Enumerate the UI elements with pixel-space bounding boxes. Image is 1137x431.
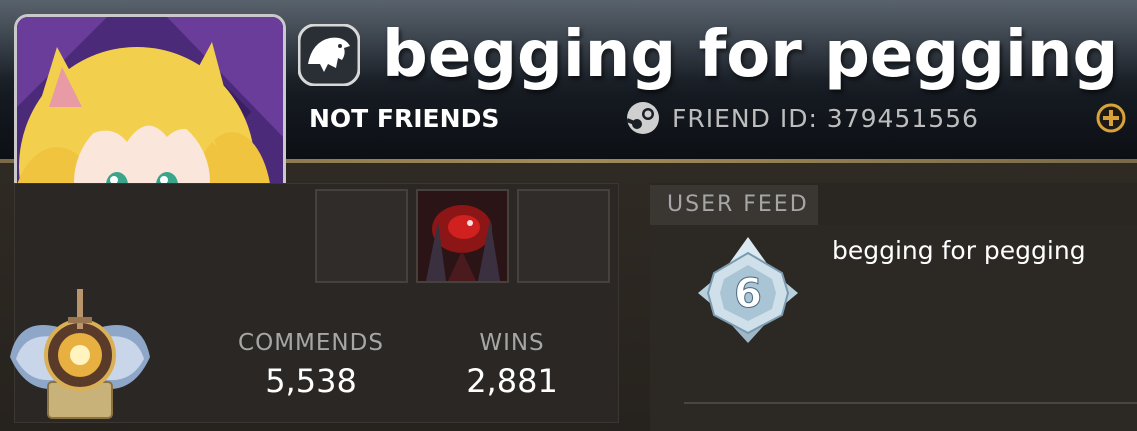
level-badge-number: 6 bbox=[734, 271, 762, 317]
steam-icon[interactable] bbox=[626, 101, 660, 135]
hero-slot-3[interactable] bbox=[517, 189, 610, 283]
commends-label: COMMENDS bbox=[238, 330, 384, 356]
commends-value: 5,538 bbox=[265, 362, 357, 400]
plus-icon bbox=[1096, 103, 1126, 133]
level-badge-icon: 6 bbox=[692, 235, 804, 345]
tab-user-feed-label: USER FEED bbox=[667, 192, 809, 217]
feed-entry-text: begging for pegging bbox=[832, 236, 1086, 265]
wins-label: WINS bbox=[479, 330, 545, 356]
wins-value: 2,881 bbox=[466, 362, 558, 400]
player-name: begging for pegging bbox=[382, 18, 1119, 92]
friend-id: FRIEND ID: 379451556 bbox=[672, 104, 979, 133]
feed-divider bbox=[684, 402, 1137, 404]
hero-slot-1[interactable] bbox=[315, 189, 408, 283]
relationship-status: NOT FRIENDS bbox=[309, 104, 500, 133]
hero-slot-2[interactable] bbox=[416, 189, 509, 283]
rank-medal-icon[interactable] bbox=[8, 287, 152, 425]
hero-portrait bbox=[418, 191, 507, 281]
team-logo-icon[interactable] bbox=[297, 23, 361, 87]
add-friend-button[interactable] bbox=[1096, 103, 1126, 133]
